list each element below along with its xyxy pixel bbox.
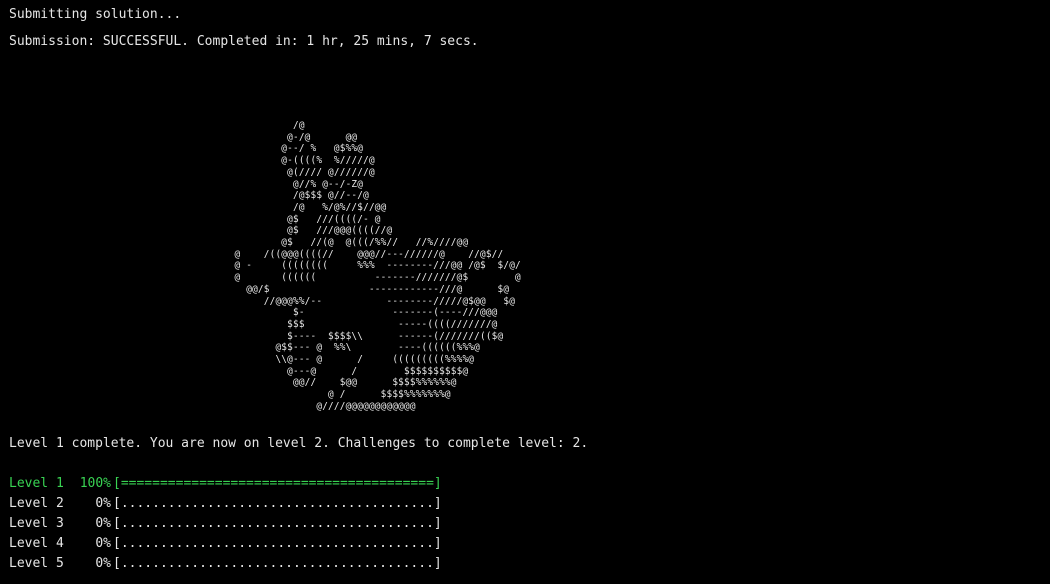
level-name: Level 4 [9,536,64,551]
level-progress-bar: [.......................................… [113,536,442,551]
level-percent: 0% [95,536,111,551]
level-progress-row: Level 5 0% [............................… [9,556,442,576]
level-progress-bar: [.......................................… [113,516,442,531]
level-name: Level 2 [9,496,64,511]
level-progress-bar: [=======================================… [113,476,442,491]
submitting-status-line: Submitting solution... [9,7,182,22]
level-progress-bar: [.......................................… [113,496,442,511]
level-progress-row: Level 3 0% [............................… [9,516,442,536]
submission-result-line: Submission: SUCCESSFUL. Completed in: 1 … [9,34,479,49]
level-name: Level 1 [9,476,64,491]
level-progress-row: Level 4 0% [............................… [9,536,442,556]
level-percent: 0% [95,496,111,511]
level-percent: 0% [95,556,111,571]
ascii-art-bird: /@ @-/@ @@ @--/ % @$%%@ @-((((% %/////@ … [234,120,521,412]
level-name: Level 3 [9,516,64,531]
level-progress-list: Level 1 100% [==========================… [9,476,442,576]
level-progress-bar: [.......................................… [113,556,442,571]
level-progress-row: Level 1 100% [==========================… [9,476,442,496]
level-complete-message: Level 1 complete. You are now on level 2… [9,436,589,451]
terminal-window: Submitting solution... Submission: SUCCE… [0,0,1050,584]
level-percent: 0% [95,516,111,531]
level-name: Level 5 [9,556,64,571]
level-percent: 100% [79,476,111,491]
level-progress-row: Level 2 0% [............................… [9,496,442,516]
